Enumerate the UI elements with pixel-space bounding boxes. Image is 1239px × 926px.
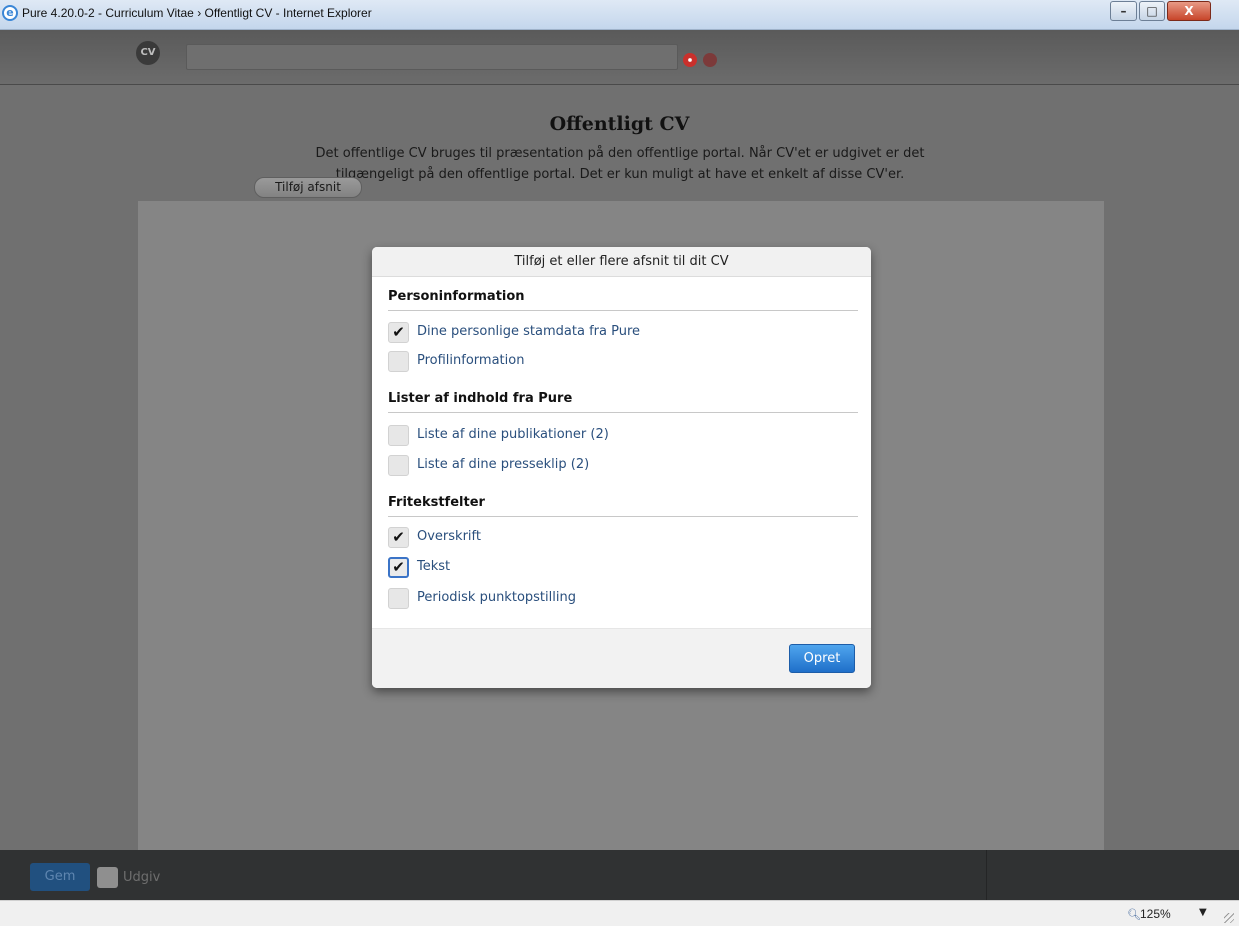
option-label[interactable]: Tekst [417,559,450,574]
page-title: Offentligt CV [549,113,690,135]
add-section-dialog: Tilføj et eller flere afsnit til dit CV … [372,247,871,688]
checkbox[interactable]: ✔ [388,322,409,343]
internet-explorer-icon: e [2,5,18,21]
minimize-icon: – [1120,4,1127,18]
minimize-button[interactable]: – [1110,1,1137,21]
magnifier-icon[interactable]: 🔍︎ [1127,908,1141,921]
checkbox[interactable] [388,425,409,446]
option-label[interactable]: Profilinformation [417,353,524,368]
danish-flag-icon[interactable] [683,53,697,67]
cv-logo[interactable]: CV [136,41,160,65]
browser-status-bar: 🔍︎ 125% ▼ [0,900,1239,926]
option-label[interactable]: Dine personlige stamdata fra Pure [417,324,640,339]
checkbox[interactable]: ✔ [388,557,409,578]
checkbox[interactable] [388,455,409,476]
bottom-action-bar: Gem Udgiv [0,850,1239,900]
resize-grip-icon[interactable] [1224,913,1234,923]
window-title: Pure 4.20.0-2 - Curriculum Vitae › Offen… [22,6,372,20]
dialog-title: Tilføj et eller flere afsnit til dit CV [372,247,871,277]
chevron-down-icon[interactable]: ▼ [1199,907,1207,918]
maximize-icon: □ [1146,4,1158,18]
option-label[interactable]: Liste af dine presseklip (2) [417,457,589,472]
page-description-line: Det offentlige CV bruges til præsentatio… [315,146,925,161]
search-input[interactable] [186,44,678,70]
english-flag-icon[interactable] [703,53,717,67]
divider [986,850,987,900]
close-window-button[interactable]: X [1167,1,1211,21]
create-button[interactable]: Opret [789,644,855,673]
add-section-button[interactable]: Tilføj afsnit [254,177,362,198]
close-icon: X [1184,4,1194,18]
option-label[interactable]: Periodisk punktopstilling [417,590,576,605]
section-heading-free-text: Fritekstfelter [388,495,858,517]
section-heading-personinformation: Personinformation [388,289,858,311]
page-description: Det offentlige CV bruges til præsentatio… [270,143,970,185]
save-button[interactable]: Gem [30,863,90,891]
zoom-level[interactable]: 125% [1140,907,1171,921]
section-heading-lists: Lister af indhold fra Pure [388,391,858,413]
option-label[interactable]: Liste af dine publikationer (2) [417,427,609,442]
window-title-bar: e Pure 4.20.0-2 - Curriculum Vitae › Off… [0,0,1239,30]
publish-label[interactable]: Udgiv [123,870,160,885]
dialog-footer: Opret [372,628,871,688]
checkbox[interactable]: ✔ [388,527,409,548]
checkbox[interactable] [388,588,409,609]
checkbox[interactable] [388,351,409,372]
page-description-line: tilgængeligt på den offentlige portal. D… [335,167,905,182]
option-label[interactable]: Overskrift [417,529,481,544]
app-header: CV [0,30,1239,85]
publish-checkbox[interactable] [97,867,118,888]
maximize-button[interactable]: □ [1139,1,1165,21]
